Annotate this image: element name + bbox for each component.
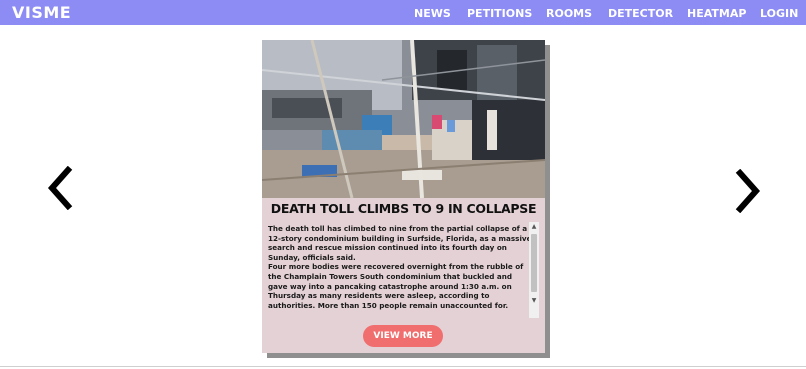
article-headline: DEATH TOLL CLIMBS TO 9 IN COLLAPSE — [270, 201, 537, 216]
bottom-divider — [0, 366, 806, 367]
nav-login[interactable]: LOGIN — [760, 7, 798, 20]
news-image[interactable] — [262, 40, 545, 198]
scroll-down-icon[interactable]: ▼ — [529, 296, 539, 306]
nav-heatmap[interactable]: HEATMAP — [687, 7, 746, 20]
chevron-left-icon — [47, 165, 73, 211]
nav-news[interactable]: NEWS — [414, 7, 451, 20]
scroll-thumb[interactable] — [531, 234, 537, 292]
nav-detector[interactable]: DETECTOR — [608, 7, 673, 20]
top-navbar: VISME NEWS PETITIONS ROOMS DETECTOR HEAT… — [0, 0, 806, 25]
chevron-right-icon — [735, 168, 761, 214]
nav-rooms[interactable]: ROOMS — [546, 7, 592, 20]
article-scrollbar[interactable]: ▲ ▼ — [529, 222, 539, 318]
carousel-next-button[interactable] — [732, 168, 762, 214]
nav-petitions[interactable]: PETITIONS — [467, 7, 532, 20]
article-body[interactable]: The death toll has climbed to nine from … — [268, 224, 532, 316]
article-paragraph: The death toll has climbed to nine from … — [268, 224, 532, 262]
view-more-button[interactable]: VIEW MORE — [363, 325, 443, 347]
brand-logo[interactable]: VISME — [12, 3, 71, 22]
article-paragraph: Four more bodies were recovered overnigh… — [268, 262, 524, 310]
scroll-up-icon[interactable]: ▲ — [529, 222, 539, 232]
news-card: DEATH TOLL CLIMBS TO 9 IN COLLAPSE The d… — [262, 40, 545, 353]
carousel-prev-button[interactable] — [46, 165, 76, 211]
